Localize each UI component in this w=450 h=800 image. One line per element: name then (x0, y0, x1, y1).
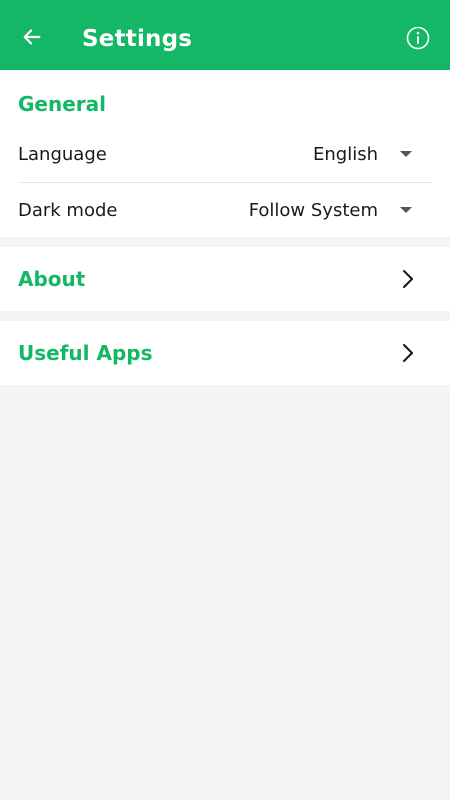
language-label: Language (18, 143, 107, 165)
about-section: About (0, 247, 450, 311)
general-section-title: General (18, 92, 106, 116)
dropdown-arrow-icon (400, 207, 412, 213)
dark-mode-label: Dark mode (18, 199, 118, 221)
language-value: English (313, 143, 378, 165)
chevron-right-icon (403, 344, 413, 362)
back-button[interactable] (18, 23, 46, 51)
dark-mode-setting[interactable]: Dark mode Follow System (18, 182, 432, 238)
about-title: About (18, 267, 86, 291)
info-icon (406, 26, 430, 50)
dropdown-arrow-icon (400, 151, 412, 157)
about-row[interactable]: About (0, 247, 450, 311)
general-section: General Language English Dark mode Follo… (0, 70, 450, 237)
useful-apps-row[interactable]: Useful Apps (0, 321, 450, 385)
chevron-right-icon (403, 270, 413, 288)
useful-apps-section: Useful Apps (0, 321, 450, 385)
language-setting[interactable]: Language English (18, 126, 432, 183)
info-button[interactable] (406, 26, 430, 50)
dark-mode-value: Follow System (248, 199, 378, 221)
app-bar: Settings (0, 0, 450, 70)
arrow-left-icon (23, 29, 41, 45)
useful-apps-title: Useful Apps (18, 341, 153, 365)
page-title: Settings (82, 26, 193, 52)
